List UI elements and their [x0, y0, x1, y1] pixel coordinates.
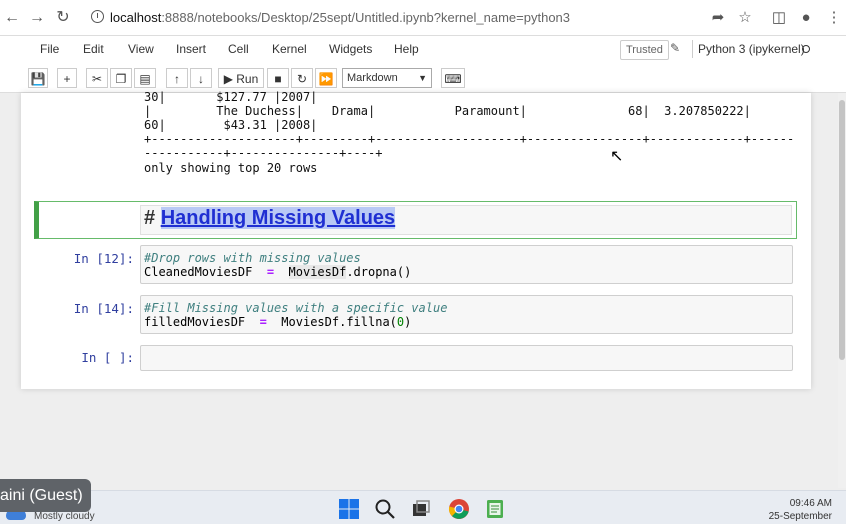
guest-profile-label: aini (Guest) — [0, 479, 91, 512]
insert-cell-icon[interactable]: + — [57, 68, 77, 88]
menu-view[interactable]: View — [128, 42, 154, 56]
save-icon[interactable]: 💾 — [28, 68, 48, 88]
code-line: #Fill Missing values with a specific val… — [144, 301, 447, 315]
menu-file[interactable]: File — [40, 42, 59, 56]
copy-icon[interactable]: ❐ — [110, 68, 132, 88]
interrupt-icon[interactable]: ■ — [267, 68, 289, 88]
share-icon[interactable]: ➦ — [708, 8, 728, 28]
browser-toolbar: ← → ↻ localhost:8888/notebooks/Desktop/2… — [0, 0, 846, 36]
code-object: MoviesDf — [281, 315, 340, 329]
cell-prompt: In [ ]: — [81, 350, 134, 365]
more-menu-icon[interactable]: ⋮ — [824, 8, 844, 28]
code-cell-input[interactable] — [140, 345, 793, 371]
reload-icon[interactable]: ↻ — [53, 8, 73, 28]
output-line: | The Duchess| Drama| Paramount| 68| 3.2… — [144, 104, 751, 118]
code-var: filledMoviesDF — [144, 315, 246, 329]
search-icon[interactable] — [374, 498, 396, 520]
menu-help[interactable]: Help — [394, 42, 419, 56]
move-up-icon[interactable]: ↑ — [166, 68, 188, 88]
back-icon[interactable]: ← — [2, 8, 22, 28]
code-line: #Drop rows with missing values — [144, 251, 361, 265]
markdown-heading[interactable]: # Handling Missing Values — [144, 207, 396, 230]
forward-icon[interactable]: → — [27, 8, 47, 28]
notepad-app-icon[interactable] — [484, 498, 506, 520]
chevron-down-icon: ▼ — [418, 73, 427, 83]
run-label: Run — [236, 72, 259, 86]
kernel-idle-icon — [802, 45, 810, 53]
url-host: localhost — [110, 10, 162, 25]
move-down-icon[interactable]: ↓ — [190, 68, 212, 88]
cell-type-select[interactable]: Markdown ▼ — [342, 68, 432, 88]
restart-icon[interactable]: ↻ — [291, 68, 313, 88]
output-line: 30| $127.77 |2007| — [144, 90, 318, 104]
task-view-icon[interactable] — [410, 498, 432, 520]
code-call: .dropna() — [346, 265, 412, 279]
output-line: -----------+---------------+----+ — [144, 146, 383, 160]
url-path: :8888/notebooks/Desktop/25sept/Untitled.… — [161, 10, 571, 25]
heading-text: Handling Missing Values — [160, 207, 396, 229]
clock-date: 25-September — [768, 511, 832, 522]
keyboard-icon[interactable]: ⌨ — [441, 68, 465, 88]
menu-insert[interactable]: Insert — [176, 42, 206, 56]
output-line: only showing top 20 rows — [144, 161, 318, 175]
run-button[interactable]: ▶ Run — [218, 68, 264, 88]
cell-prompt: In [12]: — [73, 251, 134, 266]
weather-text: Mostly cloudy — [34, 511, 95, 522]
system-clock[interactable]: 09:46 AM 25-September — [769, 497, 832, 523]
clock-time: 09:46 AM — [789, 498, 832, 509]
output-line: +--------------------+---------+--------… — [144, 132, 795, 146]
code-call: .fillna( — [339, 315, 397, 329]
paste-icon[interactable]: ▤ — [134, 68, 156, 88]
scrollbar-thumb[interactable] — [839, 100, 845, 360]
code-comment: #Drop rows with missing values — [144, 251, 361, 265]
code-line: filledMoviesDF = MoviesDf.fillna(0) — [144, 315, 411, 329]
windows-start-icon[interactable] — [338, 498, 360, 520]
edit-pencil-icon[interactable]: ✎ — [670, 41, 680, 55]
code-operator: = — [259, 315, 267, 329]
code-var: CleanedMoviesDF — [144, 265, 253, 279]
mouse-cursor-icon: ↖ — [610, 148, 624, 165]
code-line: CleanedMoviesDF = MoviesDf.dropna() — [144, 265, 411, 279]
notebook-toolbar: 💾 + ✂ ❐ ▤ ↑ ↓ ▶ Run ■ ↻ ⏩ Markdown ▼ ⌨ — [0, 64, 846, 93]
code-object: MoviesDf — [288, 265, 347, 279]
output-line: 60| $43.31 |2008| — [144, 118, 318, 132]
cell-type-value: Markdown — [347, 72, 398, 84]
side-panel-icon[interactable]: ◫ — [769, 8, 789, 28]
code-operator: = — [266, 265, 275, 279]
kernel-indicator[interactable]: Python 3 (ipykernel) — [692, 40, 805, 58]
trusted-badge[interactable]: Trusted — [620, 40, 669, 60]
address-bar[interactable]: localhost:8888/notebooks/Desktop/25sept/… — [84, 6, 760, 30]
profile-icon[interactable]: ● — [796, 8, 816, 28]
cut-icon[interactable]: ✂ — [86, 68, 108, 88]
chrome-icon[interactable] — [448, 498, 470, 520]
cell-prompt: In [14]: — [73, 301, 134, 316]
code-comment: #Fill Missing values with a specific val… — [144, 301, 448, 315]
menu-cell[interactable]: Cell — [228, 42, 249, 56]
fast-forward-icon[interactable]: ⏩ — [315, 68, 337, 88]
menu-edit[interactable]: Edit — [83, 42, 104, 56]
menu-kernel[interactable]: Kernel — [272, 42, 307, 56]
code-close: ) — [404, 315, 412, 329]
bookmark-star-icon[interactable]: ☆ — [735, 8, 755, 28]
menu-widgets[interactable]: Widgets — [329, 42, 372, 56]
heading-hash: # — [144, 207, 161, 229]
